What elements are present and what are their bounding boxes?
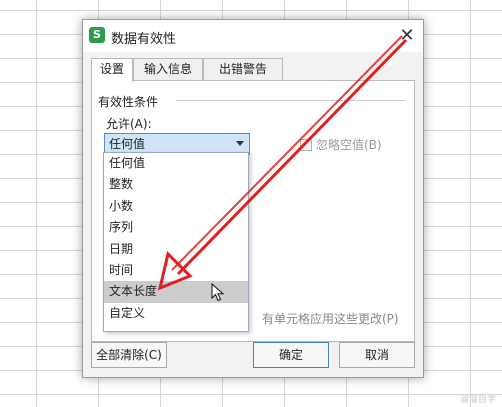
mouse-cursor-icon (211, 283, 225, 302)
annotation-arrow-line (176, 38, 408, 276)
annotation-arrow-line-2 (171, 35, 403, 271)
annotation-arrow (157, 35, 408, 291)
annotation-arrow-head (157, 251, 193, 291)
